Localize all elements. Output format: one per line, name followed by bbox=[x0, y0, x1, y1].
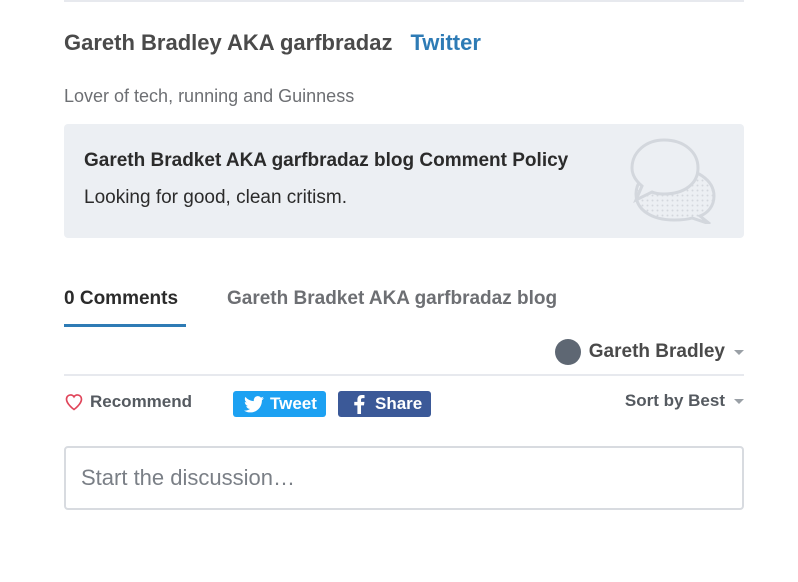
tweet-button[interactable]: Tweet bbox=[233, 391, 326, 417]
author-name: Gareth Bradley AKA garfbradaz bbox=[64, 30, 393, 55]
recommend-label: Recommend bbox=[90, 392, 193, 411]
user-name: Gareth Bradley bbox=[588, 341, 725, 362]
sort-dropdown[interactable]: Sort by Best bbox=[625, 391, 744, 411]
comment-tabs: 0 Comments Gareth Bradket AKA garfbradaz… bbox=[64, 286, 744, 328]
policy-title: Gareth Bradket AKA garfbradaz blog Comme… bbox=[84, 150, 569, 171]
top-divider bbox=[64, 0, 744, 2]
active-tab-indicator bbox=[64, 324, 186, 327]
author-bio: Lover of tech, running and Guinness bbox=[64, 86, 355, 106]
sort-label: Sort by Best bbox=[624, 391, 725, 410]
comment-composer bbox=[64, 446, 744, 510]
toolbar-divider bbox=[64, 374, 744, 376]
chevron-down-icon bbox=[734, 398, 744, 404]
tab-comments[interactable]: 0 Comments bbox=[64, 288, 178, 310]
share-label: Share bbox=[375, 394, 423, 413]
facebook-share-button[interactable]: Share bbox=[338, 391, 431, 417]
avatar bbox=[554, 339, 581, 365]
chevron-down-icon bbox=[734, 349, 744, 355]
user-menu[interactable]: Gareth Bradley bbox=[554, 339, 744, 365]
speech-bubbles-icon bbox=[630, 138, 716, 224]
tweet-label: Tweet bbox=[270, 394, 317, 413]
comment-input[interactable] bbox=[66, 448, 742, 508]
facebook-icon bbox=[347, 394, 371, 414]
heart-icon bbox=[65, 394, 83, 411]
comment-policy-box: Gareth Bradket AKA garfbradaz blog Comme… bbox=[64, 124, 744, 238]
twitter-link[interactable]: Twitter bbox=[410, 30, 480, 56]
tab-community[interactable]: Gareth Bradket AKA garfbradaz blog bbox=[227, 288, 557, 310]
twitter-bird-icon bbox=[242, 395, 266, 413]
policy-body: Looking for good, clean critism. bbox=[84, 187, 347, 208]
author-header: Gareth Bradley AKA garfbradaz Twitter bbox=[64, 30, 481, 56]
recommend-button[interactable]: Recommend bbox=[64, 392, 192, 412]
